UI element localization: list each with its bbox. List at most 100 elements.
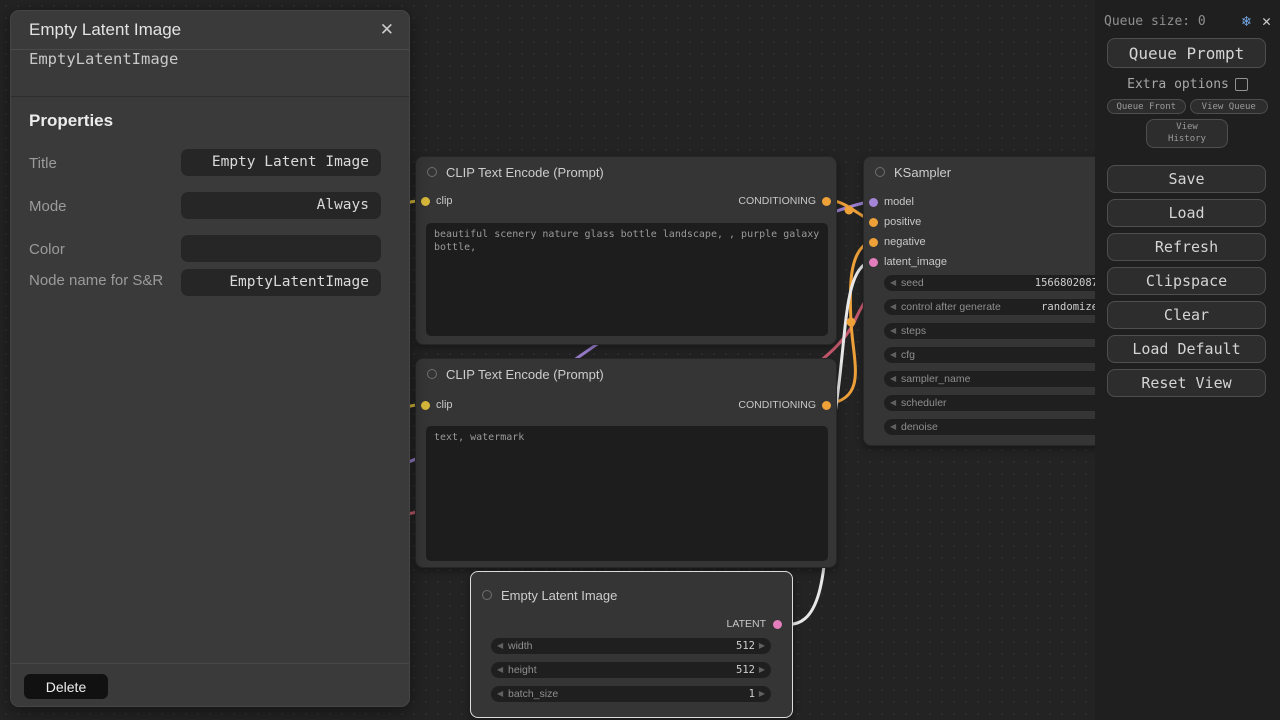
dialog-divider xyxy=(11,663,409,664)
widget-scheduler[interactable]: ◀ scheduler ▶ xyxy=(884,395,1114,411)
node-title: CLIP Text Encode (Prompt) xyxy=(446,367,604,382)
conditioning-output-label: CONDITIONING xyxy=(738,399,816,411)
clear-button[interactable]: Clear xyxy=(1107,301,1266,329)
node-header[interactable]: KSampler xyxy=(864,157,1122,187)
load-default-button[interactable]: Load Default xyxy=(1107,335,1266,363)
widget-sampler-name[interactable]: ◀ sampler_name ▶ xyxy=(884,371,1114,387)
mode-field-label: Mode xyxy=(29,197,179,217)
prompt-text-area[interactable]: text, watermark xyxy=(426,426,828,561)
widget-value: 1 xyxy=(749,686,755,702)
negative-input-label: negative xyxy=(884,236,926,248)
clipspace-button[interactable]: Clipspace xyxy=(1107,267,1266,295)
latent-image-input-port[interactable] xyxy=(869,258,878,267)
node-header[interactable]: CLIP Text Encode (Prompt) xyxy=(416,359,836,389)
negative-input-port[interactable] xyxy=(869,238,878,247)
decrement-arrow-icon[interactable]: ◀ xyxy=(890,395,896,411)
widget-label: scheduler xyxy=(901,395,947,411)
positive-input-label: positive xyxy=(884,216,921,228)
widget-label: batch_size xyxy=(508,686,558,702)
conditioning-output-label: CONDITIONING xyxy=(738,195,816,207)
node-title: CLIP Text Encode (Prompt) xyxy=(446,165,604,180)
decrement-arrow-icon[interactable]: ◀ xyxy=(890,371,896,387)
color-field-input[interactable] xyxy=(181,235,381,262)
clip-input-port[interactable] xyxy=(421,197,430,206)
link-midpoint-dot xyxy=(845,206,854,215)
queue-prompt-button[interactable]: Queue Prompt xyxy=(1107,38,1266,68)
node-name-field-label: Node name for S&R xyxy=(29,271,179,291)
clip-input-label: clip xyxy=(436,399,453,411)
widget-label: seed xyxy=(901,275,924,291)
node-header[interactable]: Empty Latent Image xyxy=(471,580,792,610)
save-button[interactable]: Save xyxy=(1107,165,1266,193)
increment-arrow-icon[interactable]: ▶ xyxy=(759,686,765,702)
model-input-label: model xyxy=(884,196,914,208)
widget-denoise[interactable]: ◀ denoise ▶ xyxy=(884,419,1114,435)
extra-options-row: Extra options xyxy=(1095,77,1280,92)
widget-steps[interactable]: ◀ steps ▶ xyxy=(884,323,1114,339)
title-field-input[interactable]: Empty Latent Image xyxy=(181,149,381,176)
node-name-field-input[interactable]: EmptyLatentImage xyxy=(181,269,381,296)
node-clip-text-encode-negative[interactable]: CLIP Text Encode (Prompt) clip CONDITION… xyxy=(415,358,837,568)
widget-label: cfg xyxy=(901,347,915,363)
model-input-port[interactable] xyxy=(869,198,878,207)
increment-arrow-icon[interactable]: ▶ xyxy=(759,638,765,654)
widget-batch-size[interactable]: ◀ batch_size 1 ▶ xyxy=(491,686,771,702)
node-graph-canvas[interactable]: CLIP Text Encode (Prompt) clip CONDITION… xyxy=(0,0,1280,720)
mode-field-input[interactable]: Always xyxy=(181,192,381,219)
node-type-name: EmptyLatentImage xyxy=(11,50,409,97)
node-status-dot xyxy=(875,167,885,177)
node-header[interactable]: CLIP Text Encode (Prompt) xyxy=(416,157,836,187)
clip-input-port[interactable] xyxy=(421,401,430,410)
color-field-label: Color xyxy=(29,240,179,260)
decrement-arrow-icon[interactable]: ◀ xyxy=(890,323,896,339)
view-history-button[interactable]: View History xyxy=(1146,119,1228,148)
widget-control-after-generate[interactable]: ◀ control after generate randomize ▶ xyxy=(884,299,1114,315)
snowflake-icon[interactable]: ❄ xyxy=(1242,12,1251,30)
prompt-text-area[interactable]: beautiful scenery nature glass bottle la… xyxy=(426,223,828,336)
widget-label: control after generate xyxy=(901,299,1001,315)
positive-input-port[interactable] xyxy=(869,218,878,227)
node-clip-text-encode-positive[interactable]: CLIP Text Encode (Prompt) clip CONDITION… xyxy=(415,156,837,345)
decrement-arrow-icon[interactable]: ◀ xyxy=(890,275,896,291)
view-queue-button[interactable]: View Queue xyxy=(1190,99,1269,114)
close-menu-icon[interactable]: ✕ xyxy=(1262,12,1271,30)
reset-view-button[interactable]: Reset View xyxy=(1107,369,1266,397)
refresh-button[interactable]: Refresh xyxy=(1107,233,1266,261)
queue-front-button[interactable]: Queue Front xyxy=(1107,99,1186,114)
delete-button[interactable]: Delete xyxy=(23,673,109,700)
node-status-dot xyxy=(427,369,437,379)
widget-value: 512 xyxy=(736,662,755,678)
node-empty-latent-image[interactable]: Empty Latent Image LATENT ◀ width 512 ▶ … xyxy=(470,571,793,718)
decrement-arrow-icon[interactable]: ◀ xyxy=(497,686,503,702)
node-properties-dialog: Empty Latent Image ✕ EmptyLatentImage Pr… xyxy=(10,10,410,707)
node-title: Empty Latent Image xyxy=(501,588,617,603)
latent-output-port[interactable] xyxy=(773,620,782,629)
dialog-title: Empty Latent Image xyxy=(29,20,380,40)
widget-label: steps xyxy=(901,323,926,339)
widget-label: width xyxy=(508,638,533,654)
decrement-arrow-icon[interactable]: ◀ xyxy=(890,419,896,435)
widget-seed[interactable]: ◀ seed 1566802087 ▶ xyxy=(884,275,1114,291)
extra-options-label: Extra options xyxy=(1127,77,1229,92)
increment-arrow-icon[interactable]: ▶ xyxy=(759,662,765,678)
conditioning-output-port[interactable] xyxy=(822,401,831,410)
widget-height[interactable]: ◀ height 512 ▶ xyxy=(491,662,771,678)
clip-input-label: clip xyxy=(436,195,453,207)
widget-value: randomize xyxy=(1041,299,1098,315)
widget-value: 512 xyxy=(736,638,755,654)
node-status-dot xyxy=(482,590,492,600)
decrement-arrow-icon[interactable]: ◀ xyxy=(890,347,896,363)
close-dialog-icon[interactable]: ✕ xyxy=(380,20,394,40)
decrement-arrow-icon[interactable]: ◀ xyxy=(497,638,503,654)
conditioning-output-port[interactable] xyxy=(822,197,831,206)
queue-size-label: Queue size: 0 xyxy=(1104,14,1242,29)
widget-cfg[interactable]: ◀ cfg ▶ xyxy=(884,347,1114,363)
widget-width[interactable]: ◀ width 512 ▶ xyxy=(491,638,771,654)
load-button[interactable]: Load xyxy=(1107,199,1266,227)
queue-status-row: Queue size: 0 ❄ ✕ xyxy=(1104,12,1271,30)
extra-options-checkbox[interactable] xyxy=(1235,78,1248,91)
decrement-arrow-icon[interactable]: ◀ xyxy=(497,662,503,678)
latent-image-input-label: latent_image xyxy=(884,256,947,268)
node-ksampler[interactable]: KSampler model positive negative latent_… xyxy=(863,156,1123,446)
decrement-arrow-icon[interactable]: ◀ xyxy=(890,299,896,315)
